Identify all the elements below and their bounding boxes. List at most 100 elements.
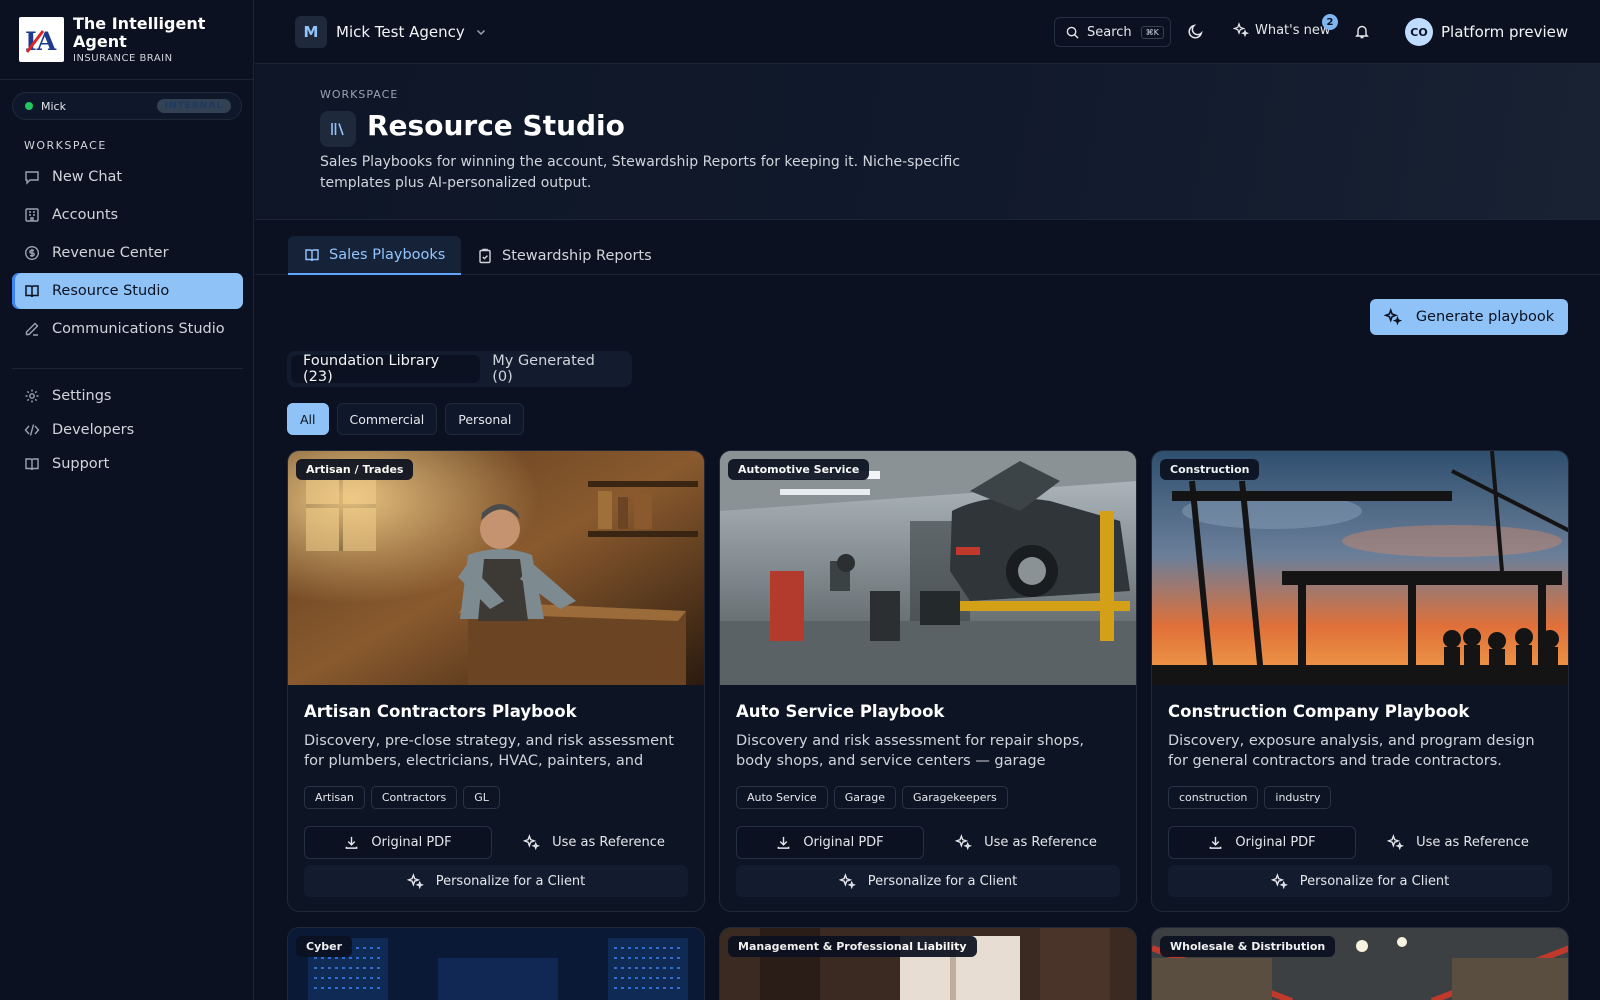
chevron-down-icon [476,29,485,36]
foundation-library-tab[interactable]: Foundation Library (23) [291,353,481,385]
profile-menu[interactable]: CO Platform preview [1405,18,1568,46]
use-as-reference-button[interactable]: Use as Reference [1364,826,1552,859]
agency-switcher[interactable]: M Mick Test Agency [295,16,487,48]
book-icon [305,248,319,261]
playbook-card-artisan[interactable]: Artisan / Trades Artisan Contractors Pla… [287,450,705,912]
button-label: Use as Reference [1416,835,1529,850]
playbook-card-wholesale[interactable]: Wholesale & Distribution [1151,927,1569,1000]
tag-pill: GL [463,786,500,809]
button-label: Personalize for a Client [435,873,586,889]
original-pdf-button[interactable]: Original PDF [304,826,492,859]
button-label: Original PDF [1235,835,1316,850]
playbook-card-auto-service[interactable]: Automotive Service Auto Service Playbook… [719,450,1137,912]
original-pdf-button[interactable]: Original PDF [1168,826,1356,859]
tab-stewardship-reports[interactable]: Stewardship Reports [461,236,668,275]
sidebar-item-label: Accounts [52,207,119,223]
playbook-card-construction[interactable]: Construction Construction Company Playbo… [1151,450,1569,912]
use-as-reference-button[interactable]: Use as Reference [500,826,688,859]
book-icon [25,285,39,298]
page-header: WORKSPACE Resource Studio Sales Playbook… [255,64,1600,220]
brand-title: The Intelligent Agent [73,14,206,51]
card-category-tag: Automotive Service [728,459,870,480]
button-label: Original PDF [371,835,452,850]
search-shortcut: ⌘K [1140,25,1164,39]
card-description: Discovery, exposure analysis, and progra… [1168,733,1535,769]
sidebar-section-label: WORKSPACE [24,139,107,152]
tag-pill: Garage [833,786,896,809]
card-description: Discovery and risk assessment for repair… [736,733,1085,769]
search-button[interactable]: Search ⌘K [1054,17,1171,47]
sidebar-bottom-nav: Settings Developers Support [12,380,243,482]
pen-icon [25,322,39,336]
sparkles-icon [406,872,424,889]
personalize-button[interactable]: Personalize for a Client [736,865,1120,897]
page-description: Sales Playbooks for winning the account,… [320,154,961,191]
playbook-card-cyber[interactable]: Cyber [287,927,705,1000]
sidebar-item-developers[interactable]: Developers [12,414,243,446]
sidebar-item-support[interactable]: Support [12,448,243,480]
user-name: Mick [41,99,66,113]
original-pdf-button[interactable]: Original PDF [736,826,924,859]
whats-new-button[interactable]: What's new [1233,22,1331,38]
card-category-tag: Artisan / Trades [296,459,414,480]
personalize-button[interactable]: Personalize for a Client [304,865,688,897]
gear-icon [25,389,39,403]
card-description: Discovery, pre-close strategy, and risk … [304,733,674,769]
filter-all[interactable]: All [287,403,329,435]
page-title: Resource Studio [367,109,625,142]
sparkles-icon [1387,834,1405,851]
card-image-workshop: Artisan / Trades [288,451,704,685]
moon-icon[interactable] [1187,23,1204,40]
top-bar: M Mick Test Agency Search ⌘K What's new … [255,0,1600,64]
card-tags: construction industry [1168,786,1552,809]
book-icon [25,458,39,471]
sidebar-item-communications-studio[interactable]: Communications Studio [12,311,243,347]
sidebar-item-accounts[interactable]: Accounts [12,197,243,233]
sidebar-item-resource-studio[interactable]: Resource Studio [12,273,243,309]
button-label: Original PDF [803,835,884,850]
user-status-pill[interactable]: Mick INTERNAL [12,92,242,120]
sparkles-icon [838,872,856,889]
tab-label: Stewardship Reports [502,247,652,264]
my-generated-tab[interactable]: My Generated (0) [480,353,628,385]
playbook-card-management-liability[interactable]: Management & Professional Liability [719,927,1137,1000]
personalize-button[interactable]: Personalize for a Client [1168,865,1552,897]
sparkles-icon [955,834,973,851]
filter-personal[interactable]: Personal [445,403,525,435]
resource-tabs: Sales Playbooks Stewardship Reports [255,220,1600,275]
sidebar: IA The Intelligent Agent INSURANCE BRAIN… [0,0,254,1000]
card-category-tag: Cyber [296,936,353,957]
online-status-dot [25,102,33,110]
bell-icon[interactable] [1354,23,1370,40]
sparkles-icon [1233,22,1249,38]
tag-pill: Auto Service [736,786,828,809]
sidebar-item-new-chat[interactable]: New Chat [12,159,243,195]
sidebar-item-label: Communications Studio [52,321,225,337]
generate-playbook-label: Generate playbook [1415,309,1555,325]
sidebar-item-label: Resource Studio [52,283,170,299]
sidebar-item-revenue-center[interactable]: Revenue Center [12,235,243,271]
filter-chips: All Commercial Personal [287,403,532,435]
card-title: Artisan Contractors Playbook [304,702,577,721]
tag-pill: Artisan [304,786,365,809]
sparkles-icon [523,834,541,851]
card-title: Auto Service Playbook [736,702,945,721]
tab-sales-playbooks[interactable]: Sales Playbooks [288,236,462,275]
card-category-tag: Wholesale & Distribution [1160,936,1336,957]
library-toggle: Foundation Library (23) My Generated (0) [287,351,632,387]
filter-commercial[interactable]: Commercial [336,403,438,435]
card-tags: Auto Service Garage Garagekeepers [736,786,1120,809]
button-label: Use as Reference [552,835,665,850]
use-as-reference-button[interactable]: Use as Reference [932,826,1120,859]
building-icon [25,208,39,222]
whats-new-label: What's new [1255,22,1331,38]
page-kicker: WORKSPACE [320,88,399,101]
card-tags: Artisan Contractors GL [304,786,688,809]
tab-label: Sales Playbooks [329,246,446,263]
generate-playbook-button[interactable]: Generate playbook [1370,299,1568,335]
brand[interactable]: IA The Intelligent Agent INSURANCE BRAIN [0,0,253,80]
tag-pill: construction [1168,786,1259,809]
code-icon [24,424,40,436]
sidebar-item-settings[interactable]: Settings [12,380,243,412]
sidebar-item-label: Support [52,456,110,472]
